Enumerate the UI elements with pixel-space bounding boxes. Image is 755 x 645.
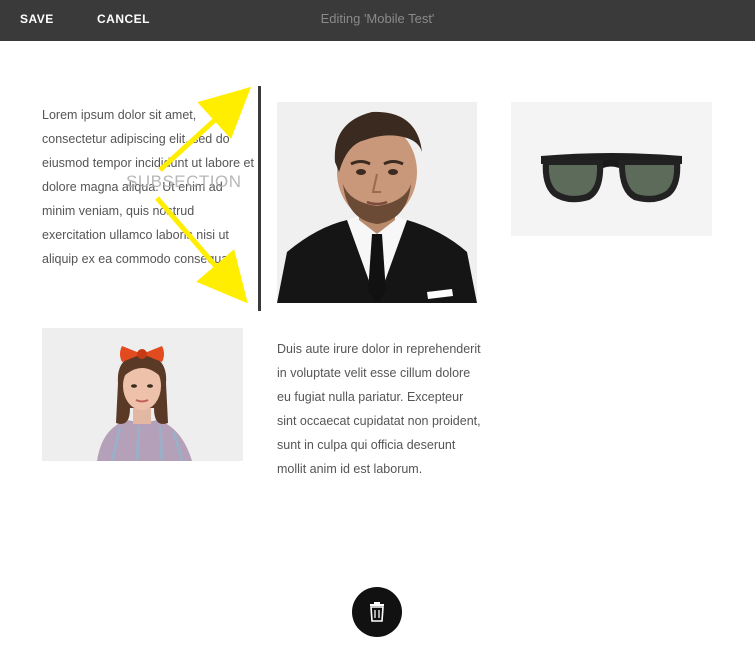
sunglasses-illustration <box>511 102 712 236</box>
editor-toolbar: SAVE CANCEL Editing 'Mobile Test' <box>0 0 755 41</box>
man-in-suit-illustration <box>277 102 477 303</box>
sunglasses-photo[interactable] <box>511 102 712 236</box>
man-photo[interactable] <box>277 102 477 303</box>
yellow-arrow-icon <box>155 86 252 304</box>
editing-title: Editing 'Mobile Test' <box>320 11 435 26</box>
text-block-2[interactable]: Duis aute irure dolor in reprehenderit i… <box>277 337 482 481</box>
trash-icon <box>370 602 384 622</box>
delete-button[interactable] <box>352 587 402 637</box>
subsection-label: SUBSECTION <box>126 172 242 191</box>
woman-photo[interactable] <box>42 328 243 461</box>
woman-with-bow-illustration <box>42 328 243 461</box>
section-divider-handle[interactable] <box>258 86 261 311</box>
